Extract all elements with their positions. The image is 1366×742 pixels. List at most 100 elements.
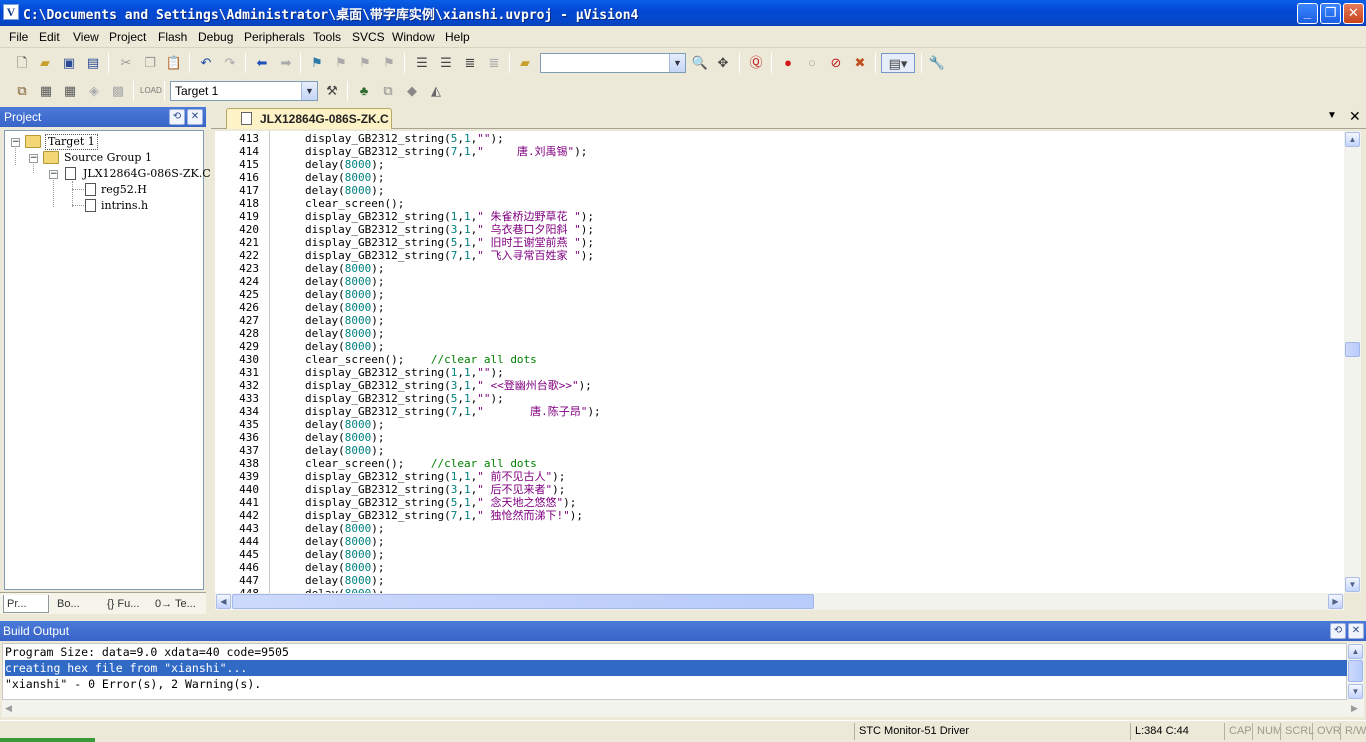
editor-file-tab[interactable]: JLX12864G-086S-ZK.C: [226, 108, 392, 129]
incremental-find-icon[interactable]: ✥: [713, 53, 733, 73]
redo-icon[interactable]: ↷: [220, 53, 240, 73]
chevron-down-icon[interactable]: ▼: [669, 54, 685, 72]
line-number: 421: [239, 236, 259, 249]
code-line: delay(8000);: [305, 522, 385, 535]
line-number: 417: [239, 184, 259, 197]
close-panel-icon[interactable]: ✕: [1348, 623, 1364, 639]
editor-horizontal-scrollbar[interactable]: ◀ ▶: [215, 593, 1344, 610]
tab-list-chevron-icon[interactable]: ▼: [1327, 110, 1337, 121]
scroll-up-icon[interactable]: ▲: [1345, 132, 1360, 147]
tab-books[interactable]: Bo...: [54, 595, 100, 613]
menu-tools[interactable]: Tools: [313, 30, 341, 44]
build-icon[interactable]: ▦: [36, 81, 56, 101]
bookmark-prev-icon[interactable]: ⚑: [331, 53, 351, 73]
minimize-button[interactable]: _: [1297, 3, 1318, 24]
unindent-icon[interactable]: ☰: [436, 53, 456, 73]
configure-icon[interactable]: 🔧: [927, 53, 947, 73]
menu-window[interactable]: Window: [392, 30, 435, 44]
download-icon[interactable]: LOAD: [140, 81, 162, 101]
translate-icon[interactable]: ⧉: [12, 81, 32, 101]
rebuild-icon[interactable]: ▦: [60, 81, 80, 101]
navigate-back-icon[interactable]: ⬅: [252, 53, 272, 73]
start-debug-icon[interactable]: Ⓠ: [746, 53, 766, 73]
menu-flash[interactable]: Flash: [158, 30, 187, 44]
scroll-right-icon[interactable]: ▶: [1328, 594, 1343, 609]
stop-build-icon[interactable]: ▩: [108, 81, 128, 101]
menu-svcs[interactable]: SVCS: [352, 30, 385, 44]
close-tab-icon[interactable]: ✕: [1349, 108, 1361, 125]
menu-peripherals[interactable]: Peripherals: [244, 30, 305, 44]
vertical-scroll-thumb[interactable]: [1345, 342, 1360, 357]
menu-view[interactable]: View: [73, 30, 99, 44]
line-number: 419: [239, 210, 259, 223]
find-icon[interactable]: 🔍: [690, 53, 710, 73]
scroll-right-icon[interactable]: ▶: [1351, 703, 1358, 714]
code-editor[interactable]: 413 414 415 416 417 418 419 420 421 422 423 424 425 4…: [215, 131, 1344, 593]
uvision-app-icon[interactable]: V: [3, 4, 19, 20]
pin-icon[interactable]: ⟲: [169, 109, 185, 125]
kill-all-breakpoints-icon[interactable]: ✖: [850, 53, 870, 73]
menu-edit[interactable]: Edit: [39, 30, 60, 44]
build-output-text[interactable]: Program Size: data=9.0 xdata=40 code=950…: [2, 643, 1348, 700]
build-output-horizontal-scrollbar[interactable]: ◀ ▶: [2, 700, 1364, 717]
disable-all-breakpoints-icon[interactable]: ⊘: [826, 53, 846, 73]
target-options-icon[interactable]: ⚒: [322, 81, 342, 101]
close-button[interactable]: ✕: [1343, 3, 1364, 24]
scroll-left-icon[interactable]: ◀: [216, 594, 231, 609]
manage-components-icon[interactable]: ♣: [354, 81, 374, 101]
tab-project[interactable]: Pr...: [3, 595, 49, 613]
scroll-down-icon[interactable]: ▼: [1348, 684, 1363, 699]
bookmark-clear-icon[interactable]: ⚑: [379, 53, 399, 73]
navigate-forward-icon[interactable]: ➡: [276, 53, 296, 73]
new-file-icon[interactable]: 🗋: [12, 53, 32, 73]
code-line: delay(8000);: [305, 288, 385, 301]
paste-icon[interactable]: 📋: [164, 53, 184, 73]
batch-build-icon[interactable]: ◈: [84, 81, 104, 101]
insert-breakpoint-icon[interactable]: ●: [778, 53, 798, 73]
target-select[interactable]: Target 1 ▼: [170, 81, 318, 101]
indent-icon[interactable]: ☰: [412, 53, 432, 73]
line-number: 432: [239, 379, 259, 392]
maximize-button[interactable]: ❐: [1320, 3, 1341, 24]
tab-templates[interactable]: 0→ Te...: [152, 595, 202, 613]
taskbar-start-strip: [0, 738, 95, 742]
collapse-icon[interactable]: −: [49, 170, 58, 179]
save-all-icon[interactable]: ▤: [83, 53, 103, 73]
build-output-vertical-scrollbar[interactable]: ▲ ▼: [1347, 643, 1364, 700]
manage-rte-icon[interactable]: ◆: [402, 81, 422, 101]
pack-installer-icon[interactable]: ◭: [426, 81, 446, 101]
menu-file[interactable]: File: [9, 30, 28, 44]
collapse-icon[interactable]: −: [29, 154, 38, 163]
scroll-left-icon[interactable]: ◀: [5, 703, 12, 714]
menu-help[interactable]: Help: [445, 30, 470, 44]
collapse-icon[interactable]: −: [11, 138, 20, 147]
save-icon[interactable]: ▣: [59, 53, 79, 73]
find-combo[interactable]: ▼: [540, 53, 686, 73]
tab-functions[interactable]: {} Fu...: [104, 595, 150, 613]
undo-icon[interactable]: ↶: [196, 53, 216, 73]
pin-icon[interactable]: ⟲: [1330, 623, 1346, 639]
editor-vertical-scrollbar[interactable]: ▲ ▼: [1344, 131, 1361, 593]
find-in-files-icon[interactable]: ▰: [515, 53, 535, 73]
chevron-down-icon[interactable]: ▼: [301, 82, 317, 100]
close-panel-icon[interactable]: ✕: [187, 109, 203, 125]
bookmark-toggle-icon[interactable]: ⚑: [307, 53, 327, 73]
menu-debug[interactable]: Debug: [198, 30, 233, 44]
window-layout-icon[interactable]: ▤▾: [881, 53, 915, 73]
line-number: 418: [239, 197, 259, 210]
horizontal-scroll-thumb[interactable]: [232, 594, 814, 609]
select-packs-icon[interactable]: ⧉: [378, 81, 398, 101]
menu-project[interactable]: Project: [109, 30, 146, 44]
enable-breakpoint-icon[interactable]: ○: [802, 53, 822, 73]
scroll-up-icon[interactable]: ▲: [1348, 644, 1363, 659]
cut-icon[interactable]: ✂: [116, 53, 136, 73]
status-cursor-position: L:384 C:44: [1130, 723, 1224, 740]
uncomment-icon[interactable]: ≣: [484, 53, 504, 73]
scroll-down-icon[interactable]: ▼: [1345, 577, 1360, 592]
open-file-icon[interactable]: ▰: [35, 53, 55, 73]
vertical-scroll-thumb[interactable]: [1348, 660, 1363, 682]
comment-icon[interactable]: ≣: [460, 53, 480, 73]
copy-icon[interactable]: ❐: [140, 53, 160, 73]
line-number: 413: [239, 132, 259, 145]
bookmark-next-icon[interactable]: ⚑: [355, 53, 375, 73]
